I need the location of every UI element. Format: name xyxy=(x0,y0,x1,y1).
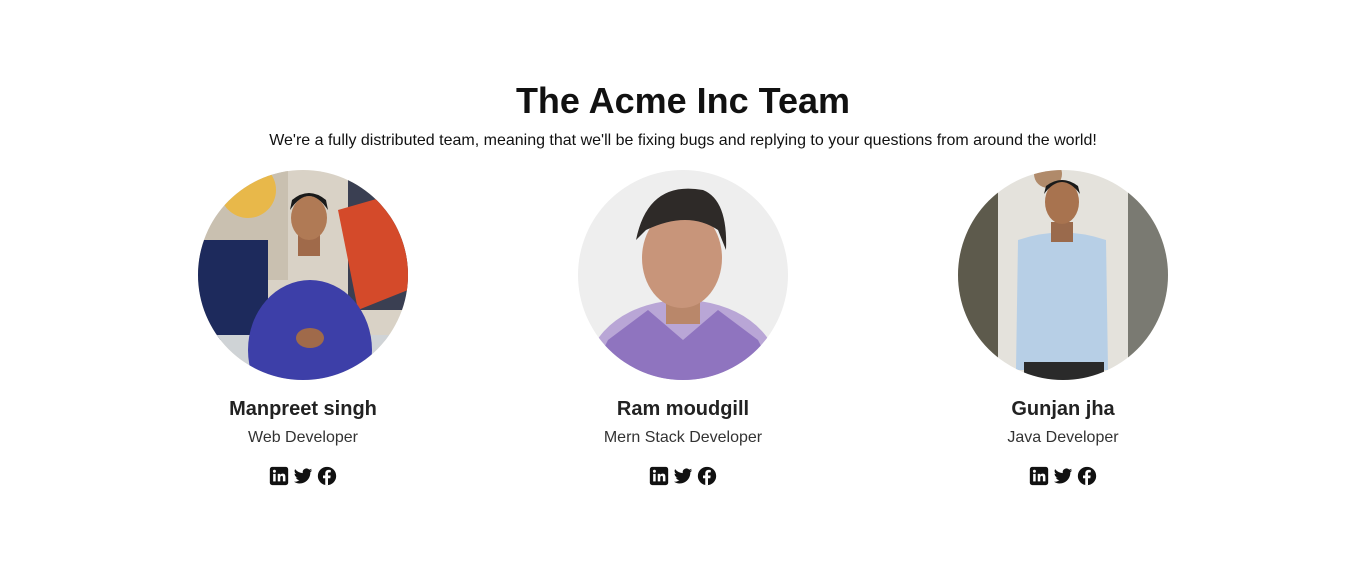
member-avatar xyxy=(198,170,408,380)
member-photo xyxy=(198,170,408,380)
member-photo xyxy=(578,170,788,380)
team-member-card: Manpreet singh Web Developer xyxy=(113,170,493,487)
social-links xyxy=(1029,465,1098,487)
linkedin-icon[interactable] xyxy=(1029,466,1050,487)
member-name: Manpreet singh xyxy=(229,398,377,420)
team-section: The Acme Inc Team We're a fully distribu… xyxy=(0,0,1366,575)
member-avatar xyxy=(958,170,1168,380)
member-name: Gunjan jha xyxy=(1011,398,1115,420)
page-subtitle: We're a fully distributed team, meaning … xyxy=(269,132,1097,149)
facebook-icon[interactable] xyxy=(697,466,718,487)
team-member-card: Ram moudgill Mern Stack Developer xyxy=(493,170,873,487)
team-member-card: Gunjan jha Java Developer xyxy=(873,170,1253,487)
member-role: Java Developer xyxy=(1007,429,1119,446)
social-links xyxy=(649,465,718,487)
member-photo xyxy=(958,170,1168,380)
linkedin-icon[interactable] xyxy=(269,466,290,487)
member-role: Web Developer xyxy=(248,429,358,446)
twitter-icon[interactable] xyxy=(1053,466,1074,487)
page-title: The Acme Inc Team xyxy=(515,80,851,121)
twitter-icon[interactable] xyxy=(293,466,314,487)
member-role: Mern Stack Developer xyxy=(603,429,763,446)
twitter-icon[interactable] xyxy=(673,466,694,487)
member-avatar xyxy=(578,170,788,380)
social-links xyxy=(269,465,338,487)
linkedin-icon[interactable] xyxy=(649,466,670,487)
member-name: Ram moudgill xyxy=(616,398,750,420)
facebook-icon[interactable] xyxy=(1077,466,1098,487)
facebook-icon[interactable] xyxy=(317,466,338,487)
